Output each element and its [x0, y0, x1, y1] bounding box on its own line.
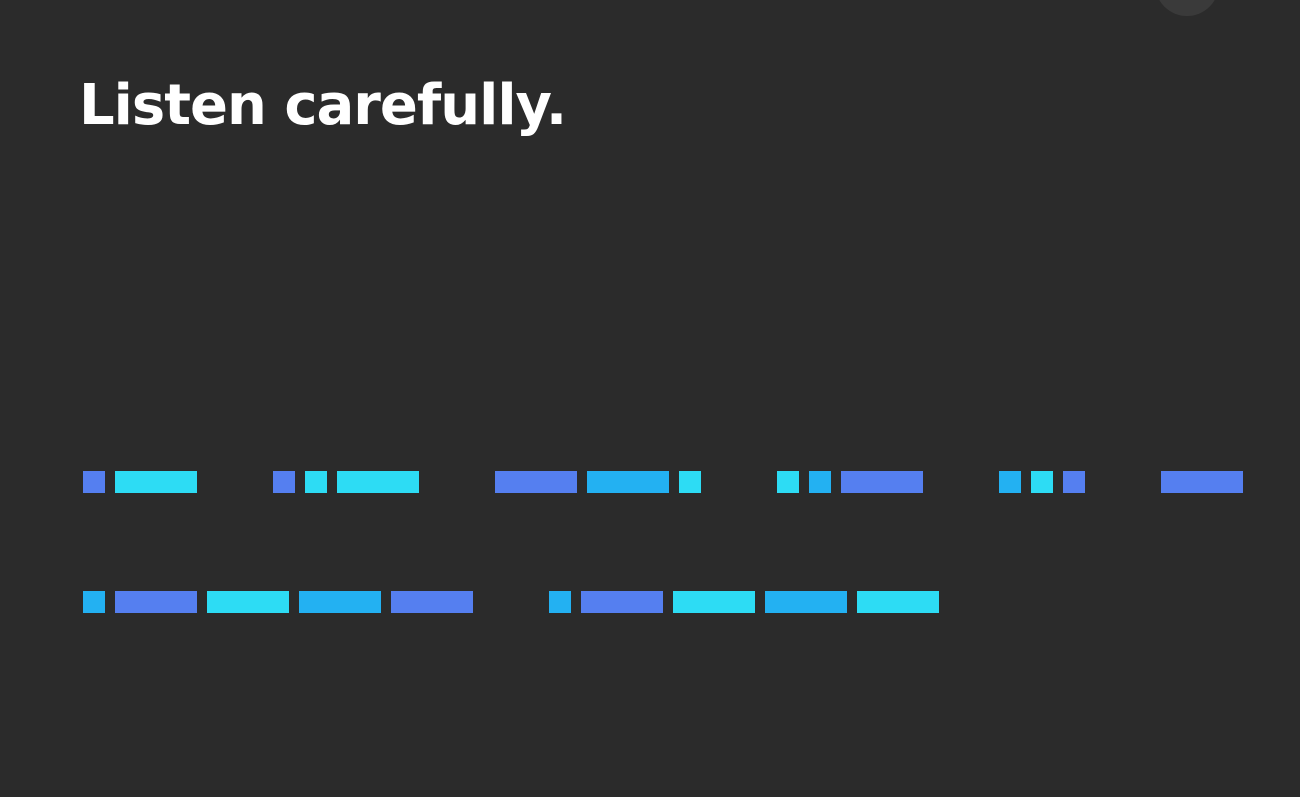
page-title: Listen carefully. — [79, 73, 567, 138]
morse-dot — [999, 471, 1021, 493]
morse-row-1 — [0, 471, 1300, 493]
morse-dash — [673, 591, 755, 613]
screen: Listen carefully. — [0, 0, 1300, 797]
morse-dot — [83, 471, 105, 493]
morse-dash — [115, 591, 197, 613]
morse-dash — [391, 591, 473, 613]
morse-dash — [115, 471, 197, 493]
morse-dash — [581, 591, 663, 613]
morse-dot — [777, 471, 799, 493]
morse-dash — [207, 591, 289, 613]
morse-dot — [273, 471, 295, 493]
morse-dash — [841, 471, 923, 493]
morse-row-2 — [0, 591, 1300, 613]
morse-dot — [809, 471, 831, 493]
close-button[interactable] — [1155, 0, 1219, 16]
morse-dash — [337, 471, 419, 493]
morse-dash — [495, 471, 577, 493]
morse-dash — [857, 591, 939, 613]
morse-dash — [1161, 471, 1243, 493]
morse-dot — [1063, 471, 1085, 493]
morse-dash — [587, 471, 669, 493]
morse-dot — [305, 471, 327, 493]
morse-dash — [299, 591, 381, 613]
morse-dot — [83, 591, 105, 613]
morse-dash — [765, 591, 847, 613]
morse-dot — [1031, 471, 1053, 493]
morse-dot — [679, 471, 701, 493]
morse-dot — [549, 591, 571, 613]
